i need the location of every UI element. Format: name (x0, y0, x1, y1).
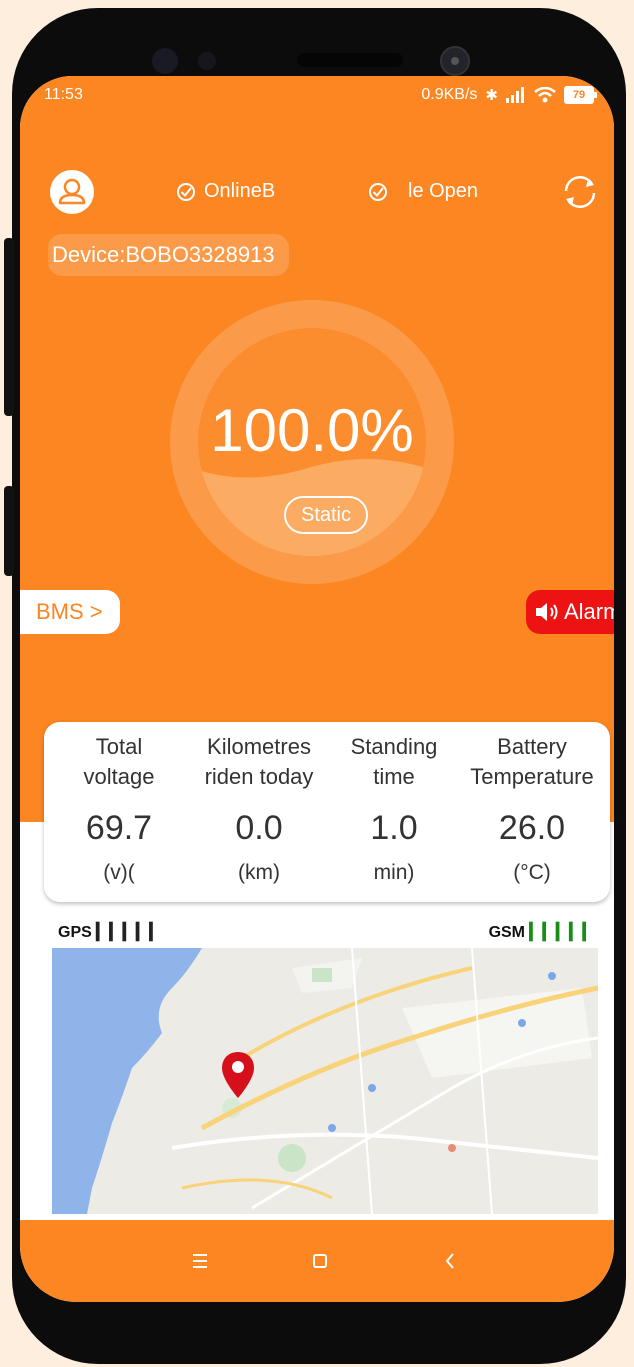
stat-value: 1.0 (370, 809, 418, 847)
cellular-icon (506, 87, 524, 103)
bms-button[interactable]: BMS > (20, 590, 120, 634)
status-icons: 0.9KB/s ✱ 79 (421, 86, 597, 104)
earpiece-speaker (297, 53, 403, 67)
battery-percent: 100.0% (210, 397, 414, 464)
stat-unit: (km) (238, 861, 280, 884)
alarm-button[interactable]: Alarm (526, 590, 614, 634)
stat-label: Temperature (470, 764, 594, 789)
stat-unit: (°C) (513, 861, 551, 884)
signal-row: GPS ▎▎▎▎▎ GSM ▎▎▎▎▎ (20, 922, 614, 946)
user-button[interactable] (50, 170, 94, 214)
stats-card: Total voltage 69.7 (v)( Kilometres riden… (44, 722, 610, 902)
gps-signal: GPS ▎▎▎▎▎ (58, 922, 163, 942)
alarm-label: Alarm (564, 599, 614, 624)
menu-button[interactable] (180, 1246, 220, 1276)
status-bar: 11:53 0.9KB/s ✱ 79 (44, 86, 604, 112)
front-sensor-2 (198, 52, 216, 70)
gsm-signal: GSM ▎▎▎▎▎ (489, 922, 596, 942)
home-button[interactable] (300, 1246, 340, 1276)
stat-label: riden today (204, 764, 314, 789)
map-pin-icon (222, 1052, 254, 1098)
motion-state-badge: Static (284, 496, 368, 534)
stat-label: voltage (83, 764, 155, 789)
gsm-label: GSM (488, 924, 526, 941)
online-label: OnlineB (204, 180, 276, 202)
stat-value: 0.0 (235, 809, 283, 847)
stat-value: 69.7 (85, 809, 153, 847)
app-screen: 11:53 0.9KB/s ✱ 79 OnlineB le Open Devic… (20, 76, 614, 1302)
stat-value: 26.0 (498, 809, 566, 847)
check-circle-icon (369, 182, 387, 201)
stat-standing-time: Standing time 1.0 min) (334, 732, 454, 888)
speaker-icon (536, 603, 558, 621)
network-speed: 0.9KB/s (421, 86, 478, 103)
stat-unit: min) (373, 861, 415, 884)
stat-label: time (373, 764, 415, 789)
user-icon (58, 178, 86, 205)
refresh-icon (564, 175, 596, 209)
back-button[interactable] (430, 1246, 470, 1276)
wifi-icon (534, 87, 556, 103)
power-button (4, 486, 14, 576)
location-map[interactable] (52, 948, 598, 1214)
open-status: le Open (368, 180, 478, 203)
stat-label: Kilometres (207, 734, 311, 759)
stat-unit: (v)( (103, 861, 135, 884)
status-time: 11:53 (44, 86, 83, 103)
home-square-icon (313, 1254, 327, 1268)
gsm-signal-bars-icon: ▎▎▎▎▎ (529, 924, 596, 941)
battery-icon: 79 (564, 86, 597, 104)
stat-battery-temperature: Battery Temperature 26.0 (°C) (454, 732, 610, 888)
volume-button (4, 238, 14, 416)
map-canvas (52, 948, 598, 1214)
device-label[interactable]: Device:BOBO3328913 (48, 234, 289, 276)
open-label: le Open (408, 180, 479, 202)
stat-total-voltage: Total voltage 69.7 (v)( (44, 732, 194, 888)
top-bar: OnlineB le Open (20, 170, 614, 214)
check-circle-icon (177, 182, 195, 201)
stat-label: Battery (497, 734, 567, 759)
bluetooth-icon: ✱ (485, 87, 498, 104)
menu-icon (193, 1254, 207, 1268)
online-status: OnlineB (176, 180, 275, 203)
gps-signal-bars-icon: ▎▎▎▎▎ (96, 924, 163, 941)
stat-label: Standing (350, 734, 438, 759)
stat-label: Total (95, 734, 143, 759)
gps-label: GPS (58, 924, 92, 941)
system-nav-bar (20, 1220, 614, 1302)
back-chevron-icon (445, 1253, 454, 1269)
stat-kilometres-today: Kilometres riden today 0.0 (km) (184, 732, 334, 888)
front-sensor (152, 48, 178, 74)
refresh-button[interactable] (558, 170, 602, 214)
front-camera (440, 46, 470, 76)
